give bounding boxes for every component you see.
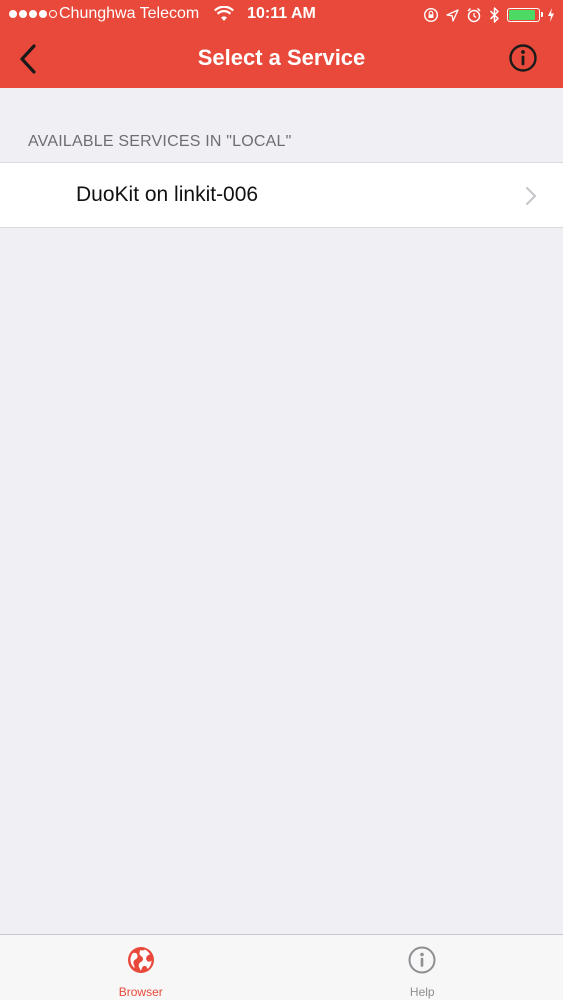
battery-icon [507,8,543,22]
service-name: DuoKit on linkit-006 [76,183,259,206]
status-indicators [423,5,555,25]
tab-bar: Browser Help [0,934,563,1000]
info-button[interactable] [507,42,539,74]
orientation-lock-icon [423,7,439,23]
section-header: AVAILABLE SERVICES IN "LOCAL" [28,133,292,150]
globe-icon [127,947,154,973]
tab-help-label: Help [409,985,435,999]
tab-browser-label: Browser [118,985,163,999]
location-icon [446,8,459,22]
bluetooth-icon [489,7,499,23]
service-list: DuoKit on linkit-006 [0,162,563,228]
status-bar: Chunghwa Telecom 10:11 AM [0,0,563,30]
chevron-right-icon [525,186,537,206]
service-row[interactable]: DuoKit on linkit-006 [0,163,563,227]
page-title: Select a Service [197,45,366,70]
charging-icon [548,8,554,22]
tab-help[interactable]: Help [282,935,563,1000]
navigation-bar: Select a Service [0,30,563,88]
battery-level [509,10,535,20]
alarm-icon [467,7,481,23]
info-circle-icon [408,946,436,974]
tab-browser[interactable]: Browser [0,935,282,1000]
